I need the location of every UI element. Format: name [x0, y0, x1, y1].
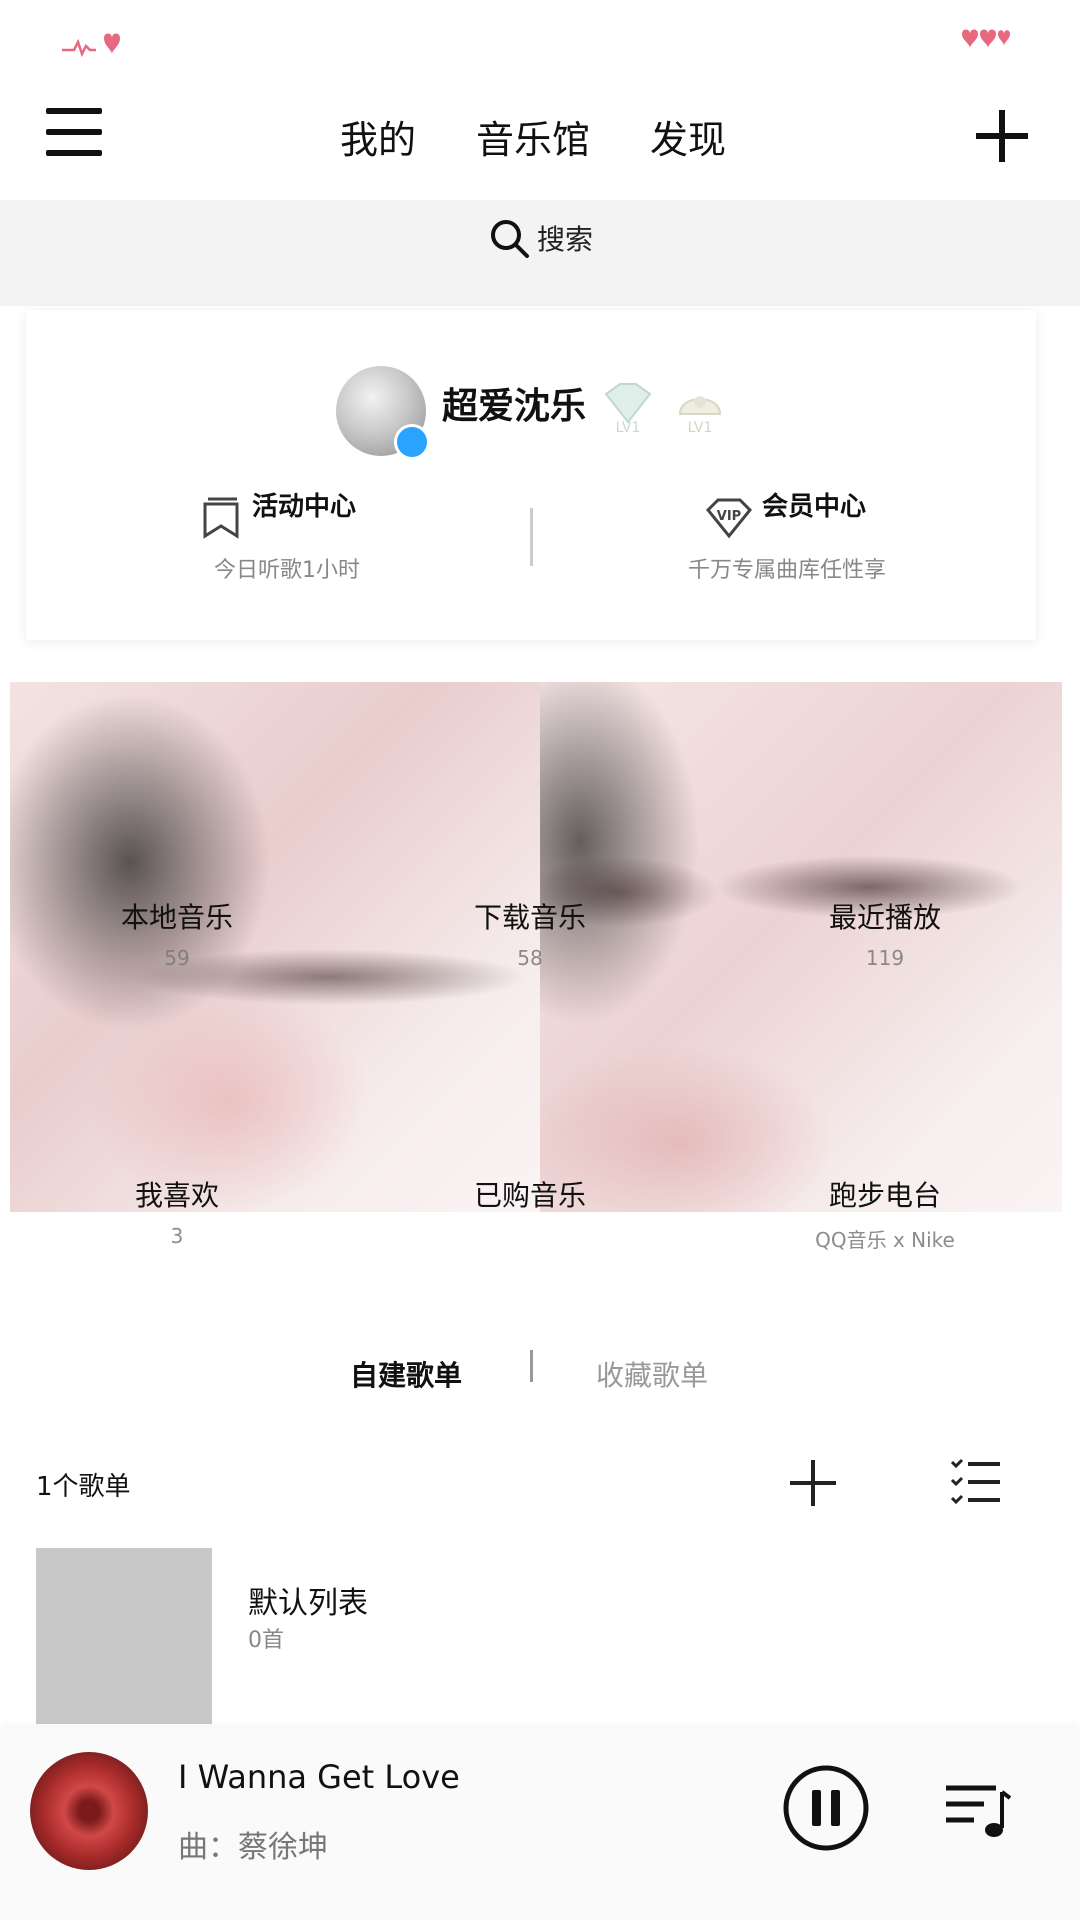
playlist-cover[interactable]: [36, 1548, 212, 1724]
grid-item-count: 58: [517, 946, 543, 970]
grid-item-label: 下载音乐: [473, 901, 586, 934]
grid-item-label: 已购音乐: [473, 1179, 586, 1212]
mini-player: [0, 1728, 1080, 1920]
svg-text:LV1: LV1: [688, 420, 713, 436]
username[interactable]: 超爱沈乐: [442, 382, 586, 432]
search-icon: [490, 220, 529, 258]
top-tabs: 我的 音乐馆 发现: [340, 112, 726, 168]
search-bar[interactable]: 搜索: [0, 200, 1080, 306]
song-title[interactable]: I Wanna Get Love: [178, 1758, 460, 1796]
activity-center-title: 活动中心: [252, 492, 357, 522]
grid-item-label: 本地音乐: [120, 901, 233, 934]
grid-item-local-music[interactable]: 本地音乐 59: [27, 896, 327, 970]
grid-item-label: 我喜欢: [134, 1179, 219, 1212]
playlist-count: 1个歌单: [36, 1472, 131, 1502]
tab-discover[interactable]: 发现: [650, 112, 726, 168]
qq-badge-icon: [394, 424, 430, 460]
card-divider: [530, 508, 533, 566]
search-label: 搜索: [536, 223, 593, 256]
plus-icon[interactable]: [976, 110, 1028, 162]
profile-card: [26, 310, 1036, 640]
vip-center-title: 会员中心: [762, 492, 867, 522]
vip-center-subtitle: 千万专属曲库任性享: [688, 558, 887, 583]
pause-button[interactable]: [782, 1764, 870, 1852]
playlist-name[interactable]: 默认列表: [248, 1578, 368, 1622]
grid-item-recent[interactable]: 最近播放 119: [735, 896, 1035, 970]
grid-item-purchased[interactable]: 已购音乐: [380, 1174, 680, 1224]
grid-item-favorites[interactable]: 我喜欢 3: [27, 1174, 327, 1248]
grid-item-count: QQ音乐 x Nike: [815, 1228, 955, 1252]
song-artist: 曲：蔡徐坤: [178, 1830, 328, 1865]
grid-item-count: 59: [164, 946, 190, 970]
grid-item-downloaded[interactable]: 下载音乐 58: [380, 896, 680, 970]
grid-item-running-radio[interactable]: 跑步电台 QQ音乐 x Nike: [735, 1174, 1035, 1253]
activity-center-subtitle: 今日听歌1小时: [214, 558, 360, 583]
grid-item-count: 119: [865, 946, 905, 970]
playlist-song-count: 0首: [248, 1628, 284, 1653]
vip-icon: VIP: [705, 498, 753, 539]
playlist-tab-divider: [530, 1350, 533, 1382]
add-playlist-button[interactable]: [790, 1460, 836, 1506]
tab-music-hall[interactable]: 音乐馆: [476, 112, 590, 168]
album-art[interactable]: [30, 1752, 148, 1870]
grid-item-label: 最近播放: [828, 901, 941, 934]
hearts-icon: [962, 29, 1010, 48]
level-badge-icon: LV1: [604, 383, 652, 436]
grid-item-label: 跑步电台: [828, 1179, 941, 1212]
playlist-queue-icon[interactable]: [944, 1780, 1012, 1842]
manage-list-icon[interactable]: [950, 1458, 1002, 1508]
grid-item-count: 3: [170, 1224, 184, 1248]
tab-collected-playlists[interactable]: 收藏歌单: [596, 1354, 708, 1394]
heartbeat-icon: [62, 33, 120, 58]
bookmark-icon: [203, 497, 239, 539]
menu-icon[interactable]: [46, 104, 102, 160]
level-crown-badge-icon: LV1: [678, 396, 722, 436]
tab-created-playlists[interactable]: 自建歌单: [350, 1354, 462, 1394]
svg-text:LV1: LV1: [616, 420, 641, 436]
tab-mine[interactable]: 我的: [340, 112, 416, 168]
svg-text:VIP: VIP: [717, 509, 741, 524]
